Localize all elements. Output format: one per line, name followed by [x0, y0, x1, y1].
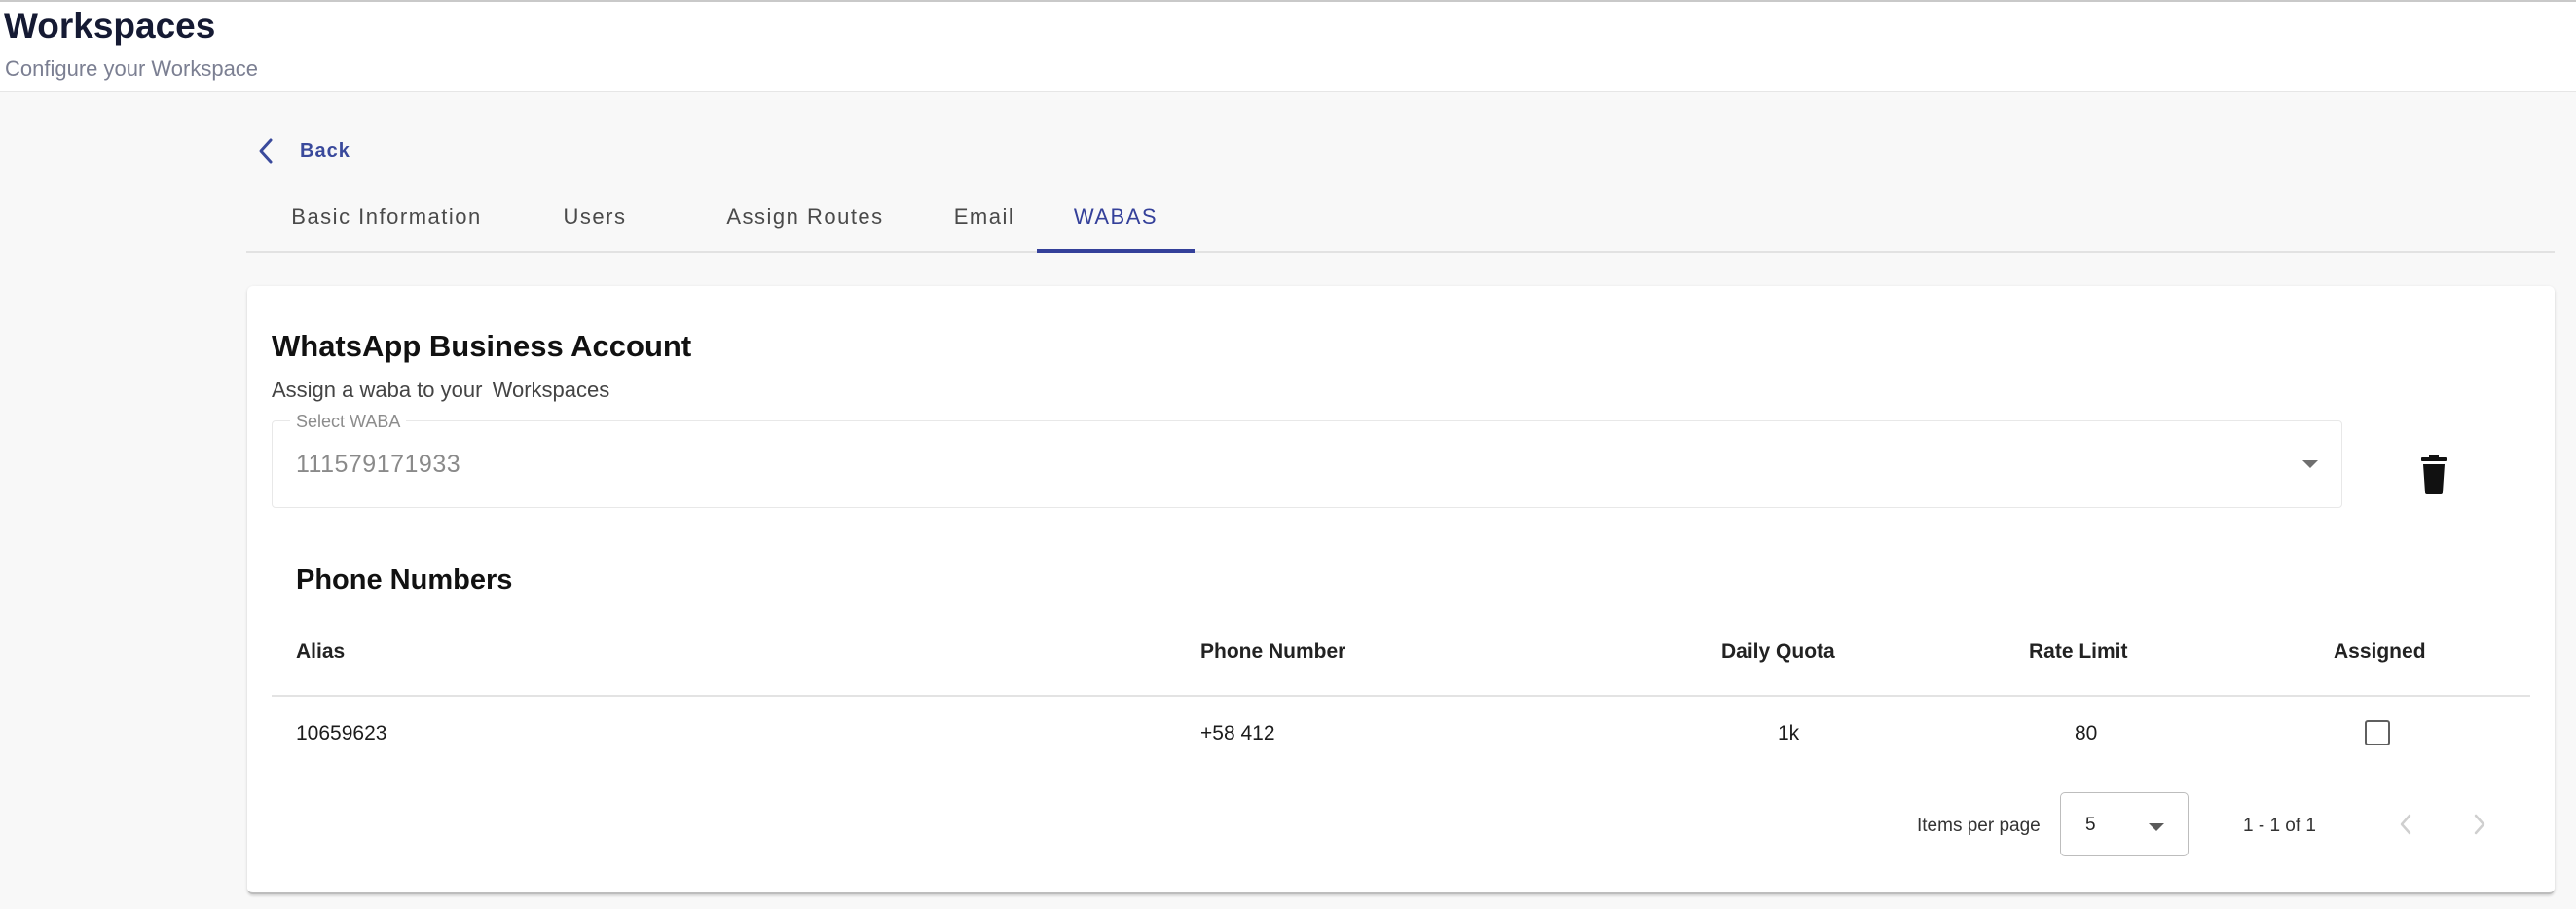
next-page-button[interactable] [2468, 810, 2491, 839]
card-subtitle-prefix: Assign a waba to your [272, 378, 483, 402]
select-waba-label: Select WABA [290, 412, 407, 432]
cell-alias: 10659623 [296, 722, 387, 745]
waba-card: WhatsApp Business Account Assign a waba … [247, 286, 2555, 894]
tab-assign-routes[interactable]: Assign Routes [699, 185, 911, 253]
page-subtitle: Configure your Workspace [5, 56, 259, 81]
items-per-page-value: 5 [2085, 815, 2096, 835]
delete-waba-button[interactable] [2414, 454, 2453, 496]
tab-users[interactable]: Users [560, 185, 630, 253]
assigned-checkbox[interactable] [2365, 720, 2390, 745]
cell-daily-quota: 1k [1778, 722, 1800, 745]
card-subtitle: Assign a waba to your Workspaces [272, 378, 609, 403]
back-button[interactable]: Back [255, 134, 350, 167]
cell-rate-limit: 80 [2075, 722, 2098, 745]
tab-bar: Basic Information Users Assign Routes Em… [246, 185, 2555, 253]
column-header-daily-quota: Daily Quota [1721, 640, 1835, 663]
previous-page-button[interactable] [2394, 810, 2417, 839]
column-header-phone-number: Phone Number [1200, 640, 1346, 663]
column-header-rate-limit: Rate Limit [2029, 640, 2128, 663]
select-waba-value: 111579171933 [296, 451, 461, 478]
back-label: Back [300, 139, 350, 162]
cell-phone-number: +58 412 [1200, 722, 1275, 745]
chevron-left-icon [259, 138, 273, 164]
page-header: Workspaces Configure your Workspace [0, 2, 2576, 92]
chevron-right-icon [2474, 814, 2485, 835]
trash-icon [2421, 454, 2447, 494]
page-title: Workspaces [4, 6, 216, 46]
tab-basic-information[interactable]: Basic Information [283, 185, 490, 253]
select-waba-dropdown[interactable]: Select WABA 111579171933 [272, 412, 2342, 508]
card-subtitle-entity: Workspaces [492, 378, 610, 402]
items-per-page-label: Items per page [1917, 816, 2041, 836]
tab-wabas[interactable]: WABAS [1037, 185, 1195, 253]
column-header-assigned: Assigned [2334, 640, 2426, 663]
page-range-label: 1 - 1 of 1 [2243, 816, 2316, 836]
chevron-left-icon [2400, 814, 2411, 835]
paginator: Items per page 5 1 - 1 of 1 [247, 792, 2555, 856]
tab-email[interactable]: Email [936, 185, 1033, 253]
items-per-page-select[interactable]: 5 [2060, 792, 2189, 856]
phone-numbers-title: Phone Numbers [296, 564, 513, 596]
card-title: WhatsApp Business Account [272, 329, 692, 363]
table-divider [272, 695, 2530, 697]
column-header-alias: Alias [296, 640, 346, 663]
caret-down-icon [2149, 823, 2164, 831]
caret-down-icon [2302, 460, 2318, 468]
